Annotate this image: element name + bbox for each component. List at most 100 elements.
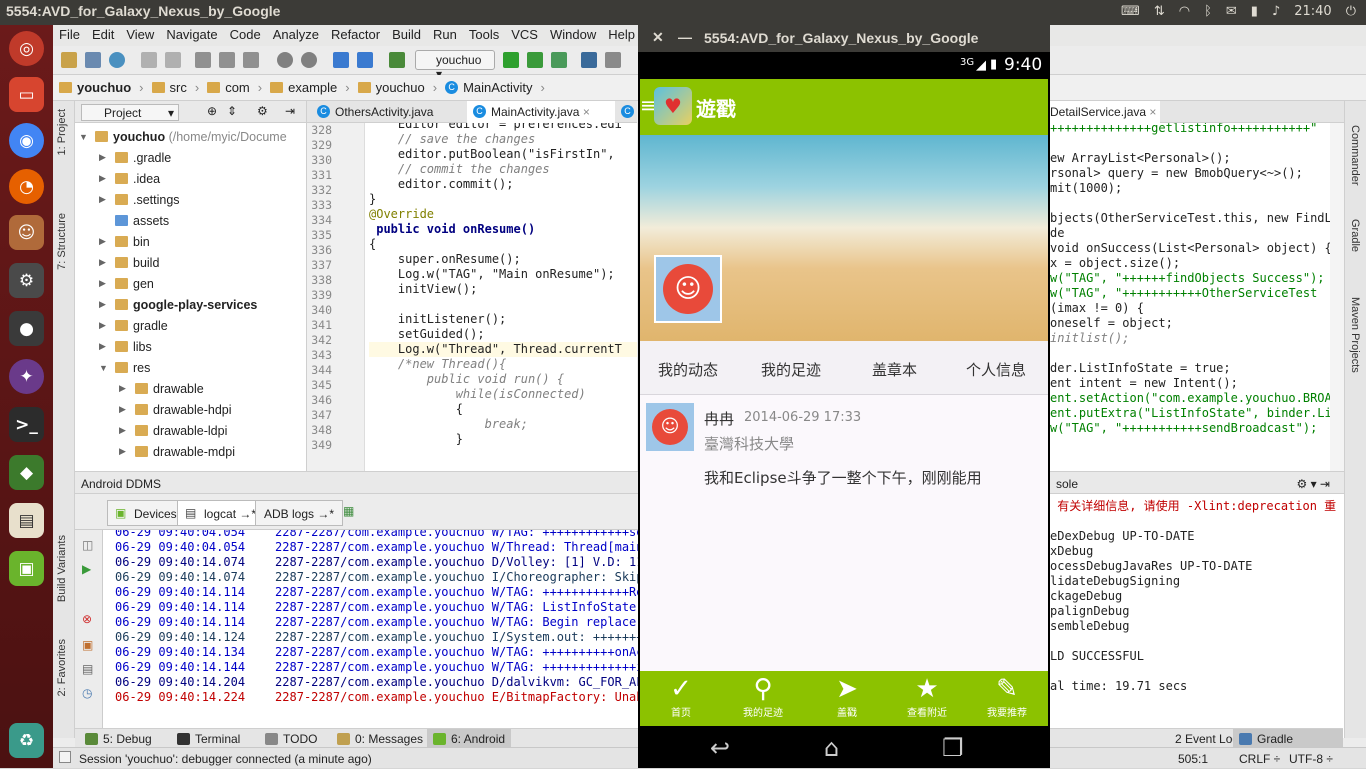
files-icon[interactable]: ▭ [9,77,44,112]
tree-item[interactable]: ▶ .gradle [99,147,171,168]
menu-window[interactable]: Window [544,25,602,46]
profile-avatar[interactable]: ☺ [654,255,722,323]
breadcrumb-item[interactable]: com [207,80,262,95]
menu-vcs[interactable]: VCS [505,25,544,46]
menu-build[interactable]: Build [386,25,427,46]
menu-refactor[interactable]: Refactor [325,25,386,46]
forward-icon[interactable] [357,52,373,68]
tree-item[interactable]: ▶ drawable-ldpi [119,420,227,441]
tab-android[interactable]: 6: Android [427,729,512,749]
menu-run[interactable]: Run [427,25,463,46]
replace-icon[interactable] [301,52,317,68]
tree-item[interactable]: ▶ .idea [99,168,160,189]
ebook-icon[interactable]: ▤ [9,503,44,538]
back-icon[interactable]: ↩ [710,734,730,762]
tab-devices[interactable]: ▣ Devices [107,500,186,526]
terminal-icon[interactable]: >_ [9,407,44,442]
paste-icon[interactable] [243,52,259,68]
code-area[interactable]: Editor editor = preferences.edi // save … [365,123,637,483]
file-encoding[interactable]: UTF-8 ÷ [1289,752,1333,766]
power-icon[interactable]: ⏻ [1346,4,1356,19]
logcat-output[interactable]: 06-29 09:40:04.054 2287-2287/com.example.… [103,530,638,727]
breadcrumb-item[interactable]: example [270,80,349,95]
breadcrumb-item[interactable]: src [151,80,200,95]
recorder-icon[interactable]: ● [9,311,44,346]
tab-maven-projects[interactable]: Maven Projects [1349,297,1361,373]
tree-item[interactable]: ▶ drawable-hdpi [119,399,232,420]
copy-icon[interactable] [219,52,235,68]
tab-terminal[interactable]: Terminal [175,732,240,746]
tab-build-variants[interactable]: Build Variants [56,535,68,602]
tab-detail-service[interactable]: DetailService.java × [1050,101,1160,123]
post-username[interactable]: 冉冉 [704,408,734,429]
close-icon[interactable]: × [583,105,590,119]
bluetooth-icon[interactable]: ᛒ [1204,4,1212,19]
tree-item[interactable]: ▶ drawable [119,378,204,399]
android-studio-icon[interactable]: ◆ [9,455,44,490]
messaging-icon[interactable]: ✉ [1226,4,1237,19]
tab-debug[interactable]: 5: Debug [83,732,152,746]
wifi-icon[interactable]: ◠ [1179,4,1190,19]
right-code-area[interactable]: ++++++++++++++getlistinfo+++++++++++" ew … [1050,123,1330,483]
tab-adb-logs[interactable]: ADB logs →* [255,500,344,526]
cut-icon[interactable] [195,52,211,68]
pidgin-icon[interactable]: ✦ [9,359,44,394]
bottom-nav-item[interactable]: ✎ 我要推荐 [972,671,1042,726]
gear-icon[interactable]: ⚙ [257,104,268,118]
menu-tools[interactable]: Tools [463,25,505,46]
menu-analyze[interactable]: Analyze [267,25,325,46]
run-icon[interactable] [503,52,519,68]
tree-item[interactable]: ▶ .settings [99,189,180,210]
bottom-nav-item[interactable]: ⚲ 我的足迹 [728,671,798,726]
ubuntu-dash-icon[interactable]: ◎ [9,31,44,66]
make-project-icon[interactable] [389,52,405,68]
save-icon[interactable] [85,52,101,68]
chrome-icon[interactable]: ◉ [9,123,44,158]
breadcrumb-item[interactable]: C MainActivity [445,80,545,95]
tree-item[interactable]: ▶ google-play-services [99,294,257,315]
toggle-tool-windows-icon[interactable] [59,751,71,763]
tree-root[interactable]: ▼ youchuo (/home/myic/Docume [79,126,287,147]
tab-gradle[interactable]: Gradle [1349,219,1361,252]
sdk-manager-icon[interactable] [581,52,597,68]
tab-my-activity[interactable]: 我的动态 [658,359,718,380]
recents-icon[interactable]: ❐ [942,734,964,762]
tab-stamp-book[interactable]: 盖章本 [872,359,917,380]
breadcrumb-item[interactable]: youchuo [59,80,144,95]
play-icon[interactable]: ▶ [82,562,91,576]
find-icon[interactable] [277,52,293,68]
hide-icon[interactable]: ⇥ [285,104,295,118]
menu-navigate[interactable]: Navigate [160,25,223,46]
tab-others-activity[interactable]: C OthersActivity.java [311,101,467,123]
keyboard-icon[interactable]: ⌨ [1121,4,1140,19]
tab-personal-info[interactable]: 个人信息 [966,359,1026,380]
stop-icon[interactable]: ⊗ [82,612,92,626]
bottom-nav-item[interactable]: ★ 查看附近 [892,671,962,726]
tree-item[interactable]: ▶ build [99,252,159,273]
app-icon[interactable]: ☺ [9,215,44,250]
battery-icon[interactable]: ▮ [1251,4,1258,19]
tab-gradle-console[interactable]: Gradle Console [1233,729,1343,766]
bottom-nav-item[interactable]: ✓ 首页 [646,671,716,726]
close-icon[interactable]: × [1149,105,1156,119]
tab-favorites[interactable]: 2: Favorites [56,639,68,696]
dump-icon[interactable]: ▣ [82,638,93,652]
home-icon[interactable]: ⌂ [824,734,839,762]
tab-my-footprints[interactable]: 我的足迹 [761,359,821,380]
tab-logcat[interactable]: ▤ logcat →* [177,500,266,526]
clock[interactable]: 21:40 [1294,4,1331,19]
firefox-icon[interactable]: ◔ [9,169,44,204]
sync-icon[interactable] [109,52,125,68]
open-icon[interactable] [61,52,77,68]
tab-structure[interactable]: 7: Structure [56,213,68,270]
close-icon[interactable]: ✕ [652,29,664,46]
trash-icon[interactable]: ♻ [9,723,44,758]
minimize-icon[interactable]: — [678,29,692,45]
volume-icon[interactable]: ♪ [1272,4,1280,19]
settings-icon[interactable]: ⚙ [9,263,44,298]
tab-todo[interactable]: TODO [263,732,317,746]
undo-icon[interactable] [141,52,157,68]
collapse-icon[interactable]: ⇕ [227,104,237,118]
menu-help[interactable]: Help [602,25,641,46]
redo-icon[interactable] [165,52,181,68]
